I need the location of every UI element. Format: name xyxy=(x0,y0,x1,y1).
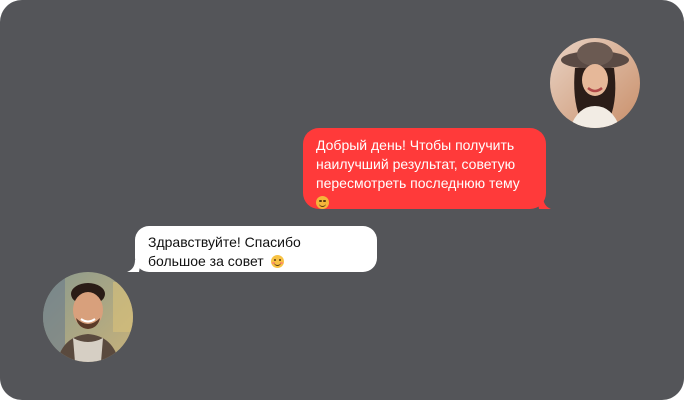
message-line: Здравствуйте! Спасибо xyxy=(148,234,301,250)
avatar-man xyxy=(43,272,133,362)
message-line: пересмотреть последнюю тему xyxy=(316,175,520,191)
message-line: большое за совет xyxy=(148,253,264,269)
outgoing-message-bubble: Добрый день! Чтобы получить наилучший ре… xyxy=(303,128,546,209)
winking-face-icon xyxy=(316,196,329,209)
avatar-woman xyxy=(550,38,640,128)
message-line: Добрый день! Чтобы получить xyxy=(316,137,515,153)
smiling-face-icon xyxy=(270,255,284,268)
bubble-tail xyxy=(537,196,551,209)
chat-panel: Добрый день! Чтобы получить наилучший ре… xyxy=(0,0,684,400)
message-line: наилучший результат, советую xyxy=(316,156,516,172)
incoming-message-bubble: Здравствуйте! Спасибо большое за совет xyxy=(135,226,377,272)
bubble-tail xyxy=(127,260,141,272)
